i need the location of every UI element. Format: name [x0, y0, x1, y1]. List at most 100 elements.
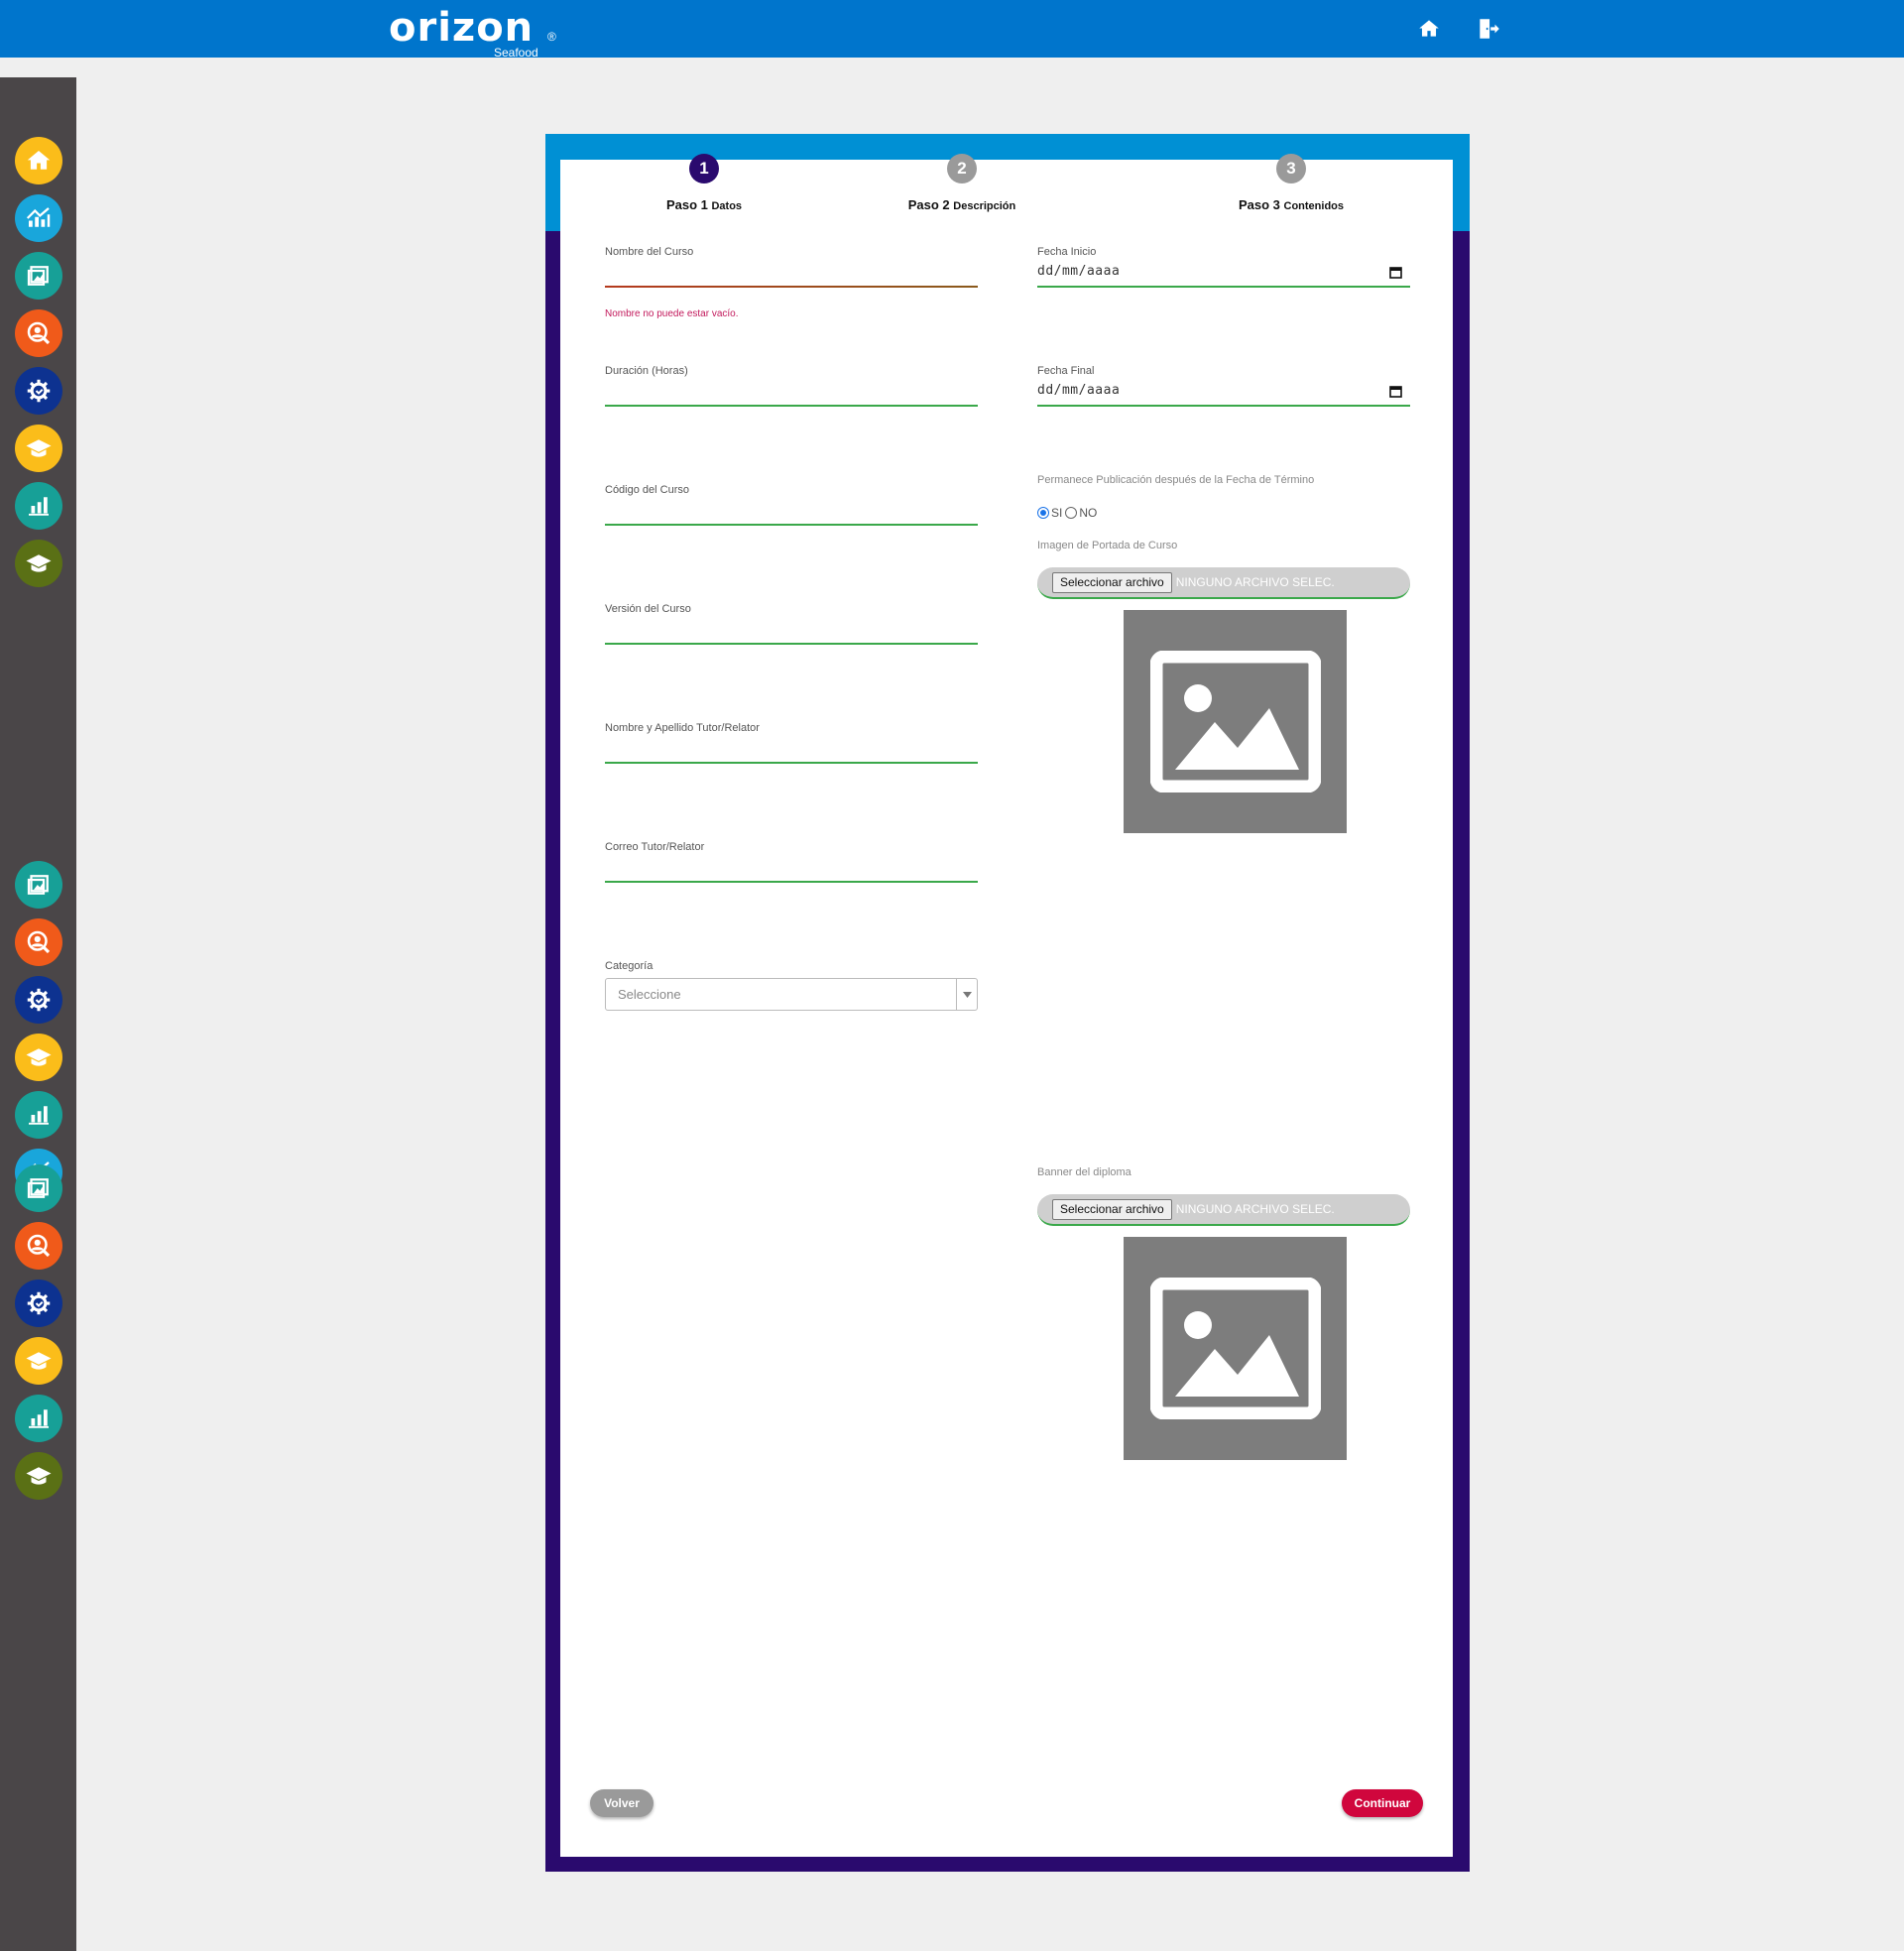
- duration-label: Duración (Horas): [605, 365, 688, 377]
- back-button[interactable]: Volver: [590, 1789, 654, 1817]
- chart-trend-icon: [26, 207, 51, 227]
- course-name-error: Nombre no puede estar vacío.: [605, 308, 739, 319]
- sidebar-item-gallery[interactable]: [15, 1164, 62, 1212]
- sidebar-item-bar-chart[interactable]: [15, 1395, 62, 1442]
- step-1[interactable]: 1 Paso 1 Datos: [605, 154, 803, 212]
- end-date-field[interactable]: Fecha Final dd/mm/aaaa: [1037, 365, 1410, 407]
- sidebar-item-chart-trend[interactable]: [15, 194, 62, 242]
- persist-publication-field: Permanece Publicación después de la Fech…: [1037, 474, 1410, 486]
- step-2-number: 2: [947, 154, 977, 183]
- gallery-icon: [27, 875, 49, 895]
- radio-no-label: NO: [1079, 506, 1098, 520]
- course-version-field[interactable]: Versión del Curso: [605, 603, 978, 645]
- category-label: Categoría: [605, 960, 654, 972]
- gear-icon: [27, 379, 51, 403]
- cover-image-file-status: NINGUNO ARCHIVO SELEC.: [1175, 575, 1335, 589]
- category-select-value: Seleccione: [618, 987, 681, 1002]
- calendar-icon[interactable]: [1389, 266, 1402, 279]
- persist-publication-label: Permanece Publicación después de la Fech…: [1037, 474, 1315, 486]
- sidebar-item-gear[interactable]: [15, 1280, 62, 1327]
- bar-chart-icon: [29, 497, 49, 516]
- diploma-banner-file-input[interactable]: Seleccionar archivo NINGUNO ARCHIVO SELE…: [1037, 1194, 1410, 1226]
- duration-field[interactable]: Duración (Horas): [605, 365, 978, 407]
- diploma-banner-file-status: NINGUNO ARCHIVO SELEC.: [1175, 1202, 1335, 1216]
- sidebar-item-gallery[interactable]: [15, 861, 62, 909]
- top-bar: orizon ® Seafood: [0, 0, 1904, 60]
- sidebar-item-gear[interactable]: [15, 976, 62, 1024]
- course-version-input-line[interactable]: [605, 643, 978, 645]
- sidebar-item-user-search[interactable]: [15, 309, 62, 357]
- sidebar-item-graduation-cap[interactable]: [15, 540, 62, 587]
- image-placeholder-icon: [1149, 651, 1321, 793]
- course-name-label: Nombre del Curso: [605, 246, 694, 258]
- sidebar-item-user-search[interactable]: [15, 1222, 62, 1270]
- step-1-subtitle: Datos: [711, 200, 743, 212]
- chevron-down-icon[interactable]: [956, 979, 977, 1010]
- sidebar-item-user-search[interactable]: [15, 918, 62, 966]
- user-search-icon: [27, 1234, 51, 1258]
- graduation-cap-icon: [26, 554, 52, 572]
- course-name-field[interactable]: Nombre del Curso: [605, 246, 978, 288]
- graduation-cap-icon: [26, 1352, 52, 1370]
- start-date-field[interactable]: Fecha Inicio dd/mm/aaaa: [1037, 246, 1410, 288]
- home-icon: [27, 151, 51, 170]
- tutor-email-field[interactable]: Correo Tutor/Relator: [605, 841, 978, 883]
- sidebar-item-bar-chart[interactable]: [15, 482, 62, 530]
- continue-button[interactable]: Continuar: [1342, 1789, 1423, 1817]
- cover-image-file-input[interactable]: Seleccionar archivo NINGUNO ARCHIVO SELE…: [1037, 567, 1410, 599]
- user-search-icon: [27, 930, 51, 954]
- sidebar-item-bar-chart[interactable]: [15, 1091, 62, 1139]
- bar-chart-icon: [29, 1409, 49, 1428]
- diploma-banner-select-button[interactable]: Seleccionar archivo: [1052, 1198, 1172, 1220]
- gear-icon: [27, 1291, 51, 1315]
- logo-subtitle: Seafood: [494, 46, 538, 60]
- home-icon[interactable]: [1416, 16, 1442, 42]
- cover-image-select-button[interactable]: Seleccionar archivo: [1052, 571, 1172, 593]
- duration-input-line[interactable]: [605, 405, 978, 407]
- sidebar-item-graduation-cap[interactable]: [15, 1337, 62, 1385]
- tutor-email-label: Correo Tutor/Relator: [605, 841, 705, 853]
- diploma-banner-preview: [1124, 1237, 1347, 1460]
- tutor-name-field[interactable]: Nombre y Apellido Tutor/Relator: [605, 722, 978, 764]
- sidebar-item-gear[interactable]: [15, 367, 62, 415]
- image-placeholder-icon: [1149, 1278, 1321, 1419]
- calendar-icon[interactable]: [1389, 385, 1402, 398]
- step-1-number: 1: [689, 154, 719, 183]
- start-date-input-line: [1037, 286, 1410, 288]
- course-name-input-line[interactable]: [605, 286, 978, 288]
- radio-si-label: SI: [1051, 506, 1063, 520]
- brand-logo[interactable]: orizon ® Seafood: [389, 5, 556, 60]
- sidebar-item-graduation-cap[interactable]: [15, 1034, 62, 1081]
- radio-no[interactable]: [1065, 507, 1078, 519]
- tutor-name-label: Nombre y Apellido Tutor/Relator: [605, 722, 760, 734]
- sidebar-item-gallery[interactable]: [15, 252, 62, 300]
- radio-si[interactable]: [1037, 507, 1049, 519]
- sidebar-item-graduation-cap[interactable]: [15, 1452, 62, 1500]
- sidebar: [0, 77, 76, 1951]
- tutor-name-input-line[interactable]: [605, 762, 978, 764]
- step-3-subtitle: Contenidos: [1283, 200, 1345, 212]
- cover-image-preview: [1124, 610, 1347, 833]
- step-1-title: Paso 1: [665, 197, 708, 212]
- step-2-title: Paso 2: [907, 197, 950, 212]
- course-code-field[interactable]: Código del Curso: [605, 484, 978, 526]
- step-3[interactable]: 3 Paso 3 Contenidos: [1192, 154, 1390, 212]
- logo-text: orizon: [389, 5, 535, 51]
- tutor-email-input-line[interactable]: [605, 881, 978, 883]
- course-code-input-line[interactable]: [605, 524, 978, 526]
- gear-icon: [27, 988, 51, 1012]
- step-3-title: Paso 3: [1238, 197, 1280, 212]
- logout-icon[interactable]: [1476, 16, 1501, 42]
- course-code-label: Código del Curso: [605, 484, 689, 496]
- sidebar-item-graduation-cap[interactable]: [15, 425, 62, 472]
- start-date-value[interactable]: dd/mm/aaaa: [1037, 264, 1120, 279]
- graduation-cap-icon: [26, 1467, 52, 1485]
- step-2[interactable]: 2 Paso 2 Descripción: [863, 154, 1061, 212]
- sidebar-item-home[interactable]: [15, 137, 62, 184]
- wizard-card: 1 Paso 1 Datos 2 Paso 2 Descripción 3 Pa…: [545, 134, 1470, 1872]
- end-date-value[interactable]: dd/mm/aaaa: [1037, 383, 1120, 398]
- graduation-cap-icon: [26, 439, 52, 457]
- step-2-subtitle: Descripción: [953, 200, 1016, 212]
- category-select[interactable]: Seleccione: [605, 978, 978, 1011]
- diploma-banner-field: Banner del diploma: [1037, 1166, 1410, 1178]
